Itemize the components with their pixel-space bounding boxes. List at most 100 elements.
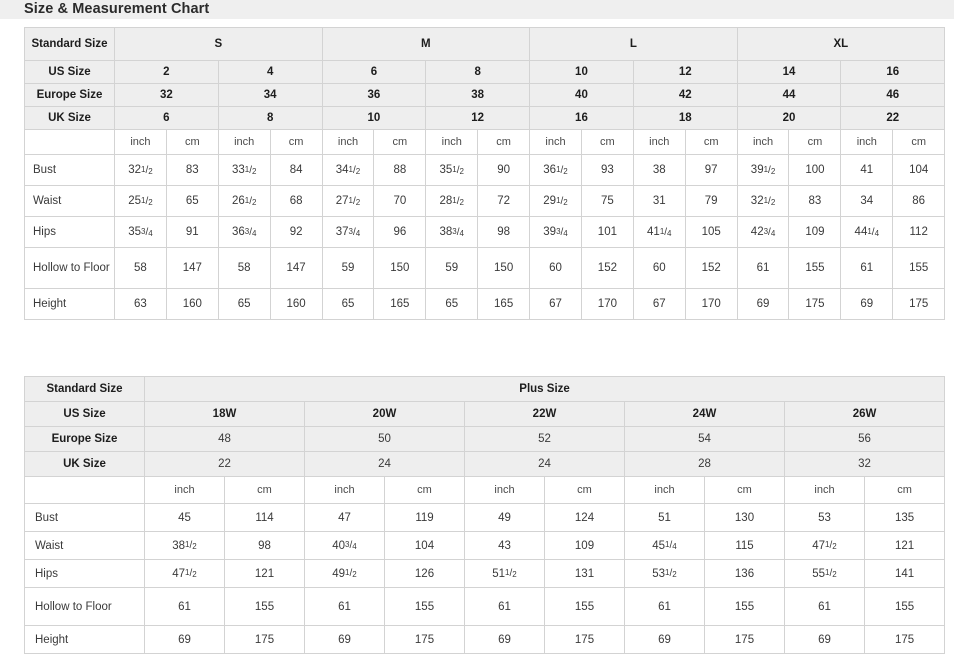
size-value: 2 — [114, 60, 219, 84]
measure-value: 114 — [224, 503, 305, 532]
unit-inch: inch — [624, 476, 705, 504]
table-row: US Size 18W 20W 22W 24W 26W — [24, 401, 946, 427]
measure-value: 393/4 — [529, 216, 582, 248]
measure-value: 105 — [684, 216, 738, 248]
measure-value: 115 — [704, 531, 785, 560]
measure-value: 69 — [784, 625, 865, 654]
measure-value: 511/2 — [464, 559, 545, 588]
unit-cm: cm — [788, 129, 842, 155]
measure-value: 58 — [217, 247, 271, 289]
measure-value: 91 — [165, 216, 219, 248]
size-value: 40 — [529, 83, 634, 107]
measure-value: 68 — [269, 185, 323, 217]
unit-inch: inch — [632, 129, 686, 155]
measure-value: 155 — [704, 587, 785, 626]
measure-value: 65 — [217, 288, 271, 320]
measure-label-hollow-to-floor: Hollow to Floor — [24, 247, 115, 289]
measure-value: 135 — [863, 503, 946, 532]
measure-value: 69 — [304, 625, 385, 654]
size-chart-page: Size & Measurement Chart Standard Size S M… — [0, 0, 954, 654]
measure-value: 61 — [784, 587, 865, 626]
measure-value: 130 — [704, 503, 785, 532]
size-value: 48 — [144, 426, 305, 452]
measure-label-hips: Hips — [24, 216, 115, 248]
measure-value: 92 — [269, 216, 323, 248]
size-value: 6 — [114, 106, 219, 130]
table-row: Hips 471/2 121 491/2 126 511/2 131 531/2 136 551/… — [24, 559, 946, 588]
row-label-uk-size: UK Size — [24, 106, 115, 130]
measure-value: 83 — [788, 185, 842, 217]
measure-value: 491/2 — [304, 559, 385, 588]
size-value: 20 — [736, 106, 842, 130]
measure-value: 88 — [373, 154, 427, 186]
size-value: 28 — [624, 451, 785, 477]
measure-value: 109 — [788, 216, 842, 248]
measure-value: 411/4 — [632, 216, 686, 248]
measure-value: 175 — [704, 625, 785, 654]
measure-value: 65 — [425, 288, 479, 320]
table-row: Height 69 175 69 175 69 175 69 175 69 175 — [24, 625, 946, 654]
unit-inch: inch — [736, 129, 790, 155]
measure-value: 61 — [464, 587, 545, 626]
measure-value: 104 — [892, 154, 946, 186]
measure-value: 351/2 — [425, 154, 479, 186]
unit-inch: inch — [529, 129, 582, 155]
size-value: 14 — [736, 60, 842, 84]
size-value: 32 — [783, 451, 946, 477]
unit-inch: inch — [425, 129, 479, 155]
measure-value: 141 — [863, 559, 946, 588]
measure-value: 155 — [544, 587, 625, 626]
unit-inch: inch — [784, 476, 865, 504]
corner-standard-size-label: Standard Size — [24, 27, 115, 61]
table-row: Hollow to Floor 61 155 61 155 61 155 61 155 61 155 — [24, 587, 946, 626]
measure-value: 98 — [477, 216, 531, 248]
unit-inch: inch — [304, 476, 385, 504]
size-value: 18W — [144, 401, 305, 427]
measure-value: 155 — [384, 587, 465, 626]
measure-value: 84 — [269, 154, 323, 186]
measure-value: 65 — [165, 185, 219, 217]
measure-value: 69 — [144, 625, 225, 654]
measure-value: 69 — [624, 625, 705, 654]
measure-value: 331/2 — [217, 154, 271, 186]
measure-value: 43 — [464, 531, 545, 560]
measure-value: 45 — [144, 503, 225, 532]
size-value: 22 — [144, 451, 305, 477]
measure-label-waist: Waist — [24, 185, 115, 217]
table-row: US Size 2 4 6 8 10 12 14 16 — [24, 60, 946, 84]
size-value: 36 — [321, 83, 427, 107]
measure-value: 97 — [684, 154, 738, 186]
measure-value: 61 — [144, 587, 225, 626]
measure-value: 373/4 — [321, 216, 375, 248]
size-group-s: S — [114, 27, 323, 61]
measure-value: 381/2 — [144, 531, 225, 560]
size-value: 10 — [529, 60, 634, 84]
unit-cm: cm — [269, 129, 323, 155]
measure-value: 403/4 — [304, 531, 385, 560]
measure-value: 175 — [544, 625, 625, 654]
table-row: UK Size 22 24 24 28 32 — [24, 451, 946, 477]
measure-value: 34 — [840, 185, 894, 217]
measure-value: 175 — [892, 288, 946, 320]
unit-cm: cm — [544, 476, 625, 504]
measure-value: 75 — [580, 185, 634, 217]
size-value: 6 — [321, 60, 427, 84]
unit-cm: cm — [863, 476, 946, 504]
measure-value: 121 — [224, 559, 305, 588]
size-value: 24W — [624, 401, 785, 427]
measure-value: 175 — [788, 288, 842, 320]
size-value: 8 — [425, 60, 531, 84]
size-group-m: M — [321, 27, 531, 61]
measure-value: 423/4 — [736, 216, 790, 248]
measure-value: 341/2 — [321, 154, 375, 186]
measure-value: 101 — [580, 216, 634, 248]
measure-value: 61 — [840, 247, 894, 289]
table-row: Hips 353/4 91 363/4 92 373/4 96 383/4 98 393/4 101… — [24, 216, 946, 248]
measure-value: 126 — [384, 559, 465, 588]
row-label-europe-size: Europe Size — [24, 83, 115, 107]
table-row: Europe Size 32 34 36 38 40 42 44 46 — [24, 83, 946, 107]
unit-cm: cm — [580, 129, 634, 155]
measure-label-height: Height — [24, 625, 145, 654]
measure-value: 471/2 — [784, 531, 865, 560]
measure-value: 60 — [632, 247, 686, 289]
